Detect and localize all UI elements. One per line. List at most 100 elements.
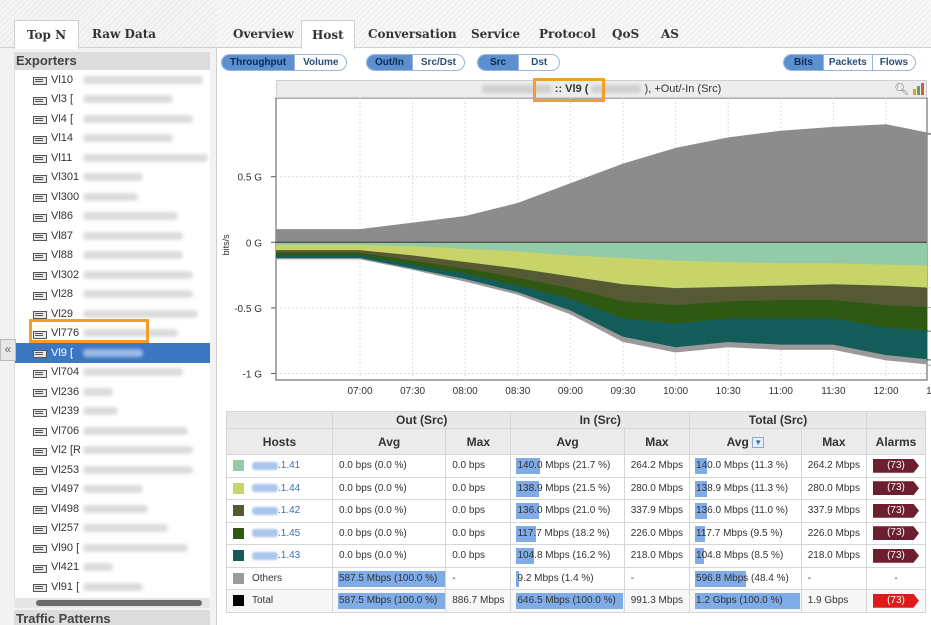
total-max-cell: 264.2 Mbps xyxy=(800,454,868,478)
exporter-item[interactable]: Vl90 [ xyxy=(15,538,210,558)
exporter-item[interactable]: Vl3 [ xyxy=(15,90,210,110)
col-out-max[interactable]: Max xyxy=(445,428,512,455)
exporter-item[interactable]: Vl421 xyxy=(15,558,210,578)
exporter-redacted xyxy=(83,524,168,533)
total-src-header: Total (Src) xyxy=(689,411,867,429)
alarm-cell: (73) xyxy=(866,544,926,568)
host-cell[interactable]: .1.42 xyxy=(226,499,333,523)
exporter-item[interactable]: Vl706 xyxy=(15,421,210,441)
out-in-button[interactable]: Out/In xyxy=(367,55,412,70)
exporter-item[interactable]: Vl91 [ xyxy=(15,577,210,597)
router-icon xyxy=(33,231,47,242)
exporter-item[interactable]: Vl257 xyxy=(15,519,210,539)
router-icon xyxy=(33,543,47,554)
tab-conversation[interactable]: Conversation xyxy=(358,20,467,48)
exporter-name: Vl300 xyxy=(51,190,80,203)
exporter-redacted xyxy=(83,465,193,474)
exporter-item[interactable]: Vl9 [ xyxy=(15,343,210,363)
chart-type-icon[interactable] xyxy=(912,83,926,95)
col-in-max[interactable]: Max xyxy=(623,428,691,455)
exporter-name: Vl301 xyxy=(51,171,80,184)
exporter-item[interactable]: Vl11 xyxy=(15,148,210,168)
exporter-redacted xyxy=(83,212,178,221)
exporter-item[interactable]: Vl88 xyxy=(15,246,210,266)
exporter-item[interactable]: Vl498 xyxy=(15,499,210,519)
host-cell[interactable]: .1.43 xyxy=(226,544,333,568)
exporter-item[interactable]: Vl704 xyxy=(15,363,210,383)
in-max-cell: 264.2 Mbps xyxy=(623,454,691,478)
exporter-item[interactable]: Vl87 xyxy=(15,226,210,246)
chart-svg: 0.5 G 0 G -0.5 G -1 G 07:00 07:30 08:00 08:30 09… xyxy=(221,97,931,397)
in-avg-cell: 646.5 Mbps (100.0 %) xyxy=(510,589,625,613)
exporter-redacted xyxy=(83,251,183,260)
col-total-max[interactable]: Max xyxy=(800,428,868,455)
host-cell[interactable]: .1.45 xyxy=(226,521,333,545)
exporter-redacted xyxy=(83,192,138,201)
tab-overview[interactable]: Overview xyxy=(223,20,304,48)
col-in-avg[interactable]: Avg xyxy=(510,428,625,455)
exporters-panel-title[interactable]: Exporters xyxy=(14,52,210,70)
sort-desc-icon[interactable]: ▼ xyxy=(752,436,765,448)
alarm-badge[interactable]: (73) xyxy=(873,481,919,496)
packets-button[interactable]: Packets xyxy=(822,55,872,70)
tab-as[interactable]: AS xyxy=(651,20,689,48)
exporter-item[interactable]: Vl86 xyxy=(15,207,210,227)
exporter-item[interactable]: Vl301 xyxy=(15,168,210,188)
alarm-badge[interactable]: (73) xyxy=(873,548,919,563)
tab-protocol[interactable]: Protocol xyxy=(529,20,606,48)
bits-button[interactable]: Bits xyxy=(784,55,823,70)
flows-button[interactable]: Flows xyxy=(871,55,915,70)
host-cell[interactable]: .1.44 xyxy=(226,476,333,500)
exporter-item[interactable]: Vl239 xyxy=(15,402,210,422)
col-out-avg[interactable]: Avg xyxy=(331,428,447,455)
horizontal-scrollbar[interactable] xyxy=(14,598,210,608)
tab-top-n[interactable]: Top N xyxy=(14,20,80,49)
tab-host[interactable]: Host xyxy=(301,20,355,49)
exporter-item[interactable]: Vl253 xyxy=(15,460,210,480)
alarm-badge[interactable]: (73) xyxy=(873,526,919,541)
exporter-name: Vl91 [ xyxy=(51,580,80,593)
exporter-redacted xyxy=(83,114,193,123)
src-button[interactable]: Src xyxy=(478,55,519,70)
dst-button[interactable]: Dst xyxy=(518,55,559,70)
router-icon xyxy=(33,348,47,359)
host-link[interactable]: .1.41 xyxy=(278,460,300,471)
col-hosts[interactable]: Hosts xyxy=(226,428,333,455)
x-tick-label: 08:30 xyxy=(505,386,530,397)
scrollbar-thumb[interactable] xyxy=(36,600,202,606)
src-dst-button[interactable]: Src/Dst xyxy=(411,55,464,70)
exporter-item[interactable]: Vl28 xyxy=(15,285,210,305)
col-total-avg[interactable]: Avg ▼ xyxy=(689,428,802,455)
host-cell[interactable]: .1.41 xyxy=(226,454,333,478)
exporter-item[interactable]: Vl14 xyxy=(15,129,210,149)
throughput-button[interactable]: Throughput xyxy=(222,55,295,70)
exporter-item[interactable]: Vl4 [ xyxy=(15,109,210,129)
host-link[interactable]: .1.44 xyxy=(278,483,300,494)
tab-qos[interactable]: QoS xyxy=(602,20,649,48)
alarm-badge[interactable]: (73) xyxy=(873,503,919,518)
alarm-badge[interactable]: (73) xyxy=(873,458,919,473)
traffic-patterns-panel-title[interactable]: Traffic Patterns xyxy=(14,610,210,625)
zoom-icon[interactable]: 🔍︎ xyxy=(894,82,909,96)
alarm-badge[interactable]: (73) xyxy=(873,593,919,608)
host-link[interactable]: .1.42 xyxy=(278,505,300,516)
exporter-item[interactable]: Vl10 xyxy=(15,70,210,90)
legend-swatch xyxy=(233,595,244,607)
tab-service[interactable]: Service xyxy=(461,20,530,48)
host-label: Total xyxy=(252,595,274,607)
tab-raw-data[interactable]: Raw Data xyxy=(80,20,168,48)
exporter-item[interactable]: Vl302 xyxy=(15,265,210,285)
main-tabs: Overview Host Conversation Service Proto… xyxy=(217,0,931,49)
exporter-item[interactable]: Vl497 xyxy=(15,480,210,500)
exporter-item[interactable]: Vl236 xyxy=(15,382,210,402)
col-alarms[interactable]: Alarms xyxy=(866,428,926,455)
router-icon xyxy=(33,173,47,183)
host-link[interactable]: .1.45 xyxy=(278,528,300,539)
collapse-sidebar-button[interactable]: « xyxy=(0,339,16,361)
legend-swatch xyxy=(233,550,244,562)
volume-button[interactable]: Volume xyxy=(294,55,346,70)
selected-exporter-highlight xyxy=(29,319,149,343)
exporter-item[interactable]: Vl300 xyxy=(15,187,210,207)
host-link[interactable]: .1.43 xyxy=(278,550,300,561)
exporter-item[interactable]: Vl2 [R xyxy=(15,441,210,461)
